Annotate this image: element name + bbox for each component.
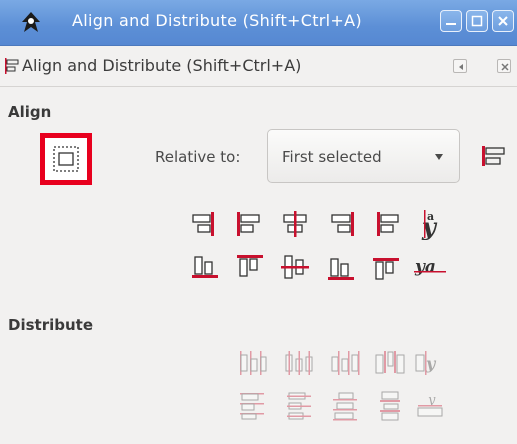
center-on-vertical-axis-button[interactable] [279, 208, 311, 240]
dialog-window: Align and Distribute (Shift+Ctrl+A) Alig… [0, 0, 517, 444]
close-icon [501, 63, 509, 71]
distribute-centers-vertical-icon [287, 392, 311, 420]
distribute-horizontal-gaps-button[interactable] [374, 347, 406, 379]
align-top-edges-button[interactable] [234, 251, 266, 283]
distribute-baselines-horizontal-button[interactable]: y [414, 347, 446, 379]
title-bar[interactable]: Align and Distribute (Shift+Ctrl+A) [0, 0, 517, 46]
distribute-top-edges-icon [240, 393, 264, 420]
svg-text:y: y [425, 354, 437, 373]
relative-to-label: Relative to: [155, 148, 241, 166]
distribute-vertical-gaps-button[interactable] [374, 390, 406, 422]
minimize-icon [446, 23, 456, 25]
distribute-right-edges-button[interactable] [329, 347, 361, 379]
distribute-centers-horizontal-icon [285, 351, 313, 375]
relative-to-dropdown[interactable]: First selected [267, 129, 460, 183]
align-baseline-vertical-button[interactable]: y a [414, 208, 446, 240]
remove-overlaps-button[interactable] [482, 140, 517, 172]
relative-to-value: First selected [282, 148, 382, 166]
align-right-edges-to-left-button[interactable] [189, 208, 221, 240]
distribute-baselines-vertical-icon: y [417, 393, 443, 417]
distribute-left-edges-button[interactable] [236, 347, 268, 379]
center-on-vertical-axis-icon [283, 211, 307, 237]
align-top-to-bottom-button[interactable] [370, 251, 402, 283]
align-baseline-text-horizontal-icon: ya [414, 257, 446, 277]
treat-selection-as-group-button[interactable] [40, 133, 92, 185]
distribute-vertical-gaps-icon [380, 391, 400, 421]
align-bottom-edges-button[interactable] [325, 251, 357, 283]
align-left-edges-to-right-icon [377, 212, 399, 236]
panel-iconify-button[interactable] [453, 59, 467, 73]
maximize-icon [471, 15, 483, 27]
panel-header: Align and Distribute (Shift+Ctrl+A) [0, 46, 517, 87]
center-on-horizontal-axis-icon [281, 255, 309, 279]
maximize-button[interactable] [466, 10, 488, 32]
inkscape-app-icon [22, 12, 40, 32]
align-bottom-to-top-button[interactable] [189, 251, 221, 283]
dropdown-arrow-icon [435, 154, 443, 160]
align-baseline-horizontal-button[interactable]: ya [414, 251, 446, 283]
align-bottom-edges-icon [328, 258, 354, 280]
distribute-baselines-horizontal-icon: y [415, 351, 437, 375]
distribute-left-edges-icon [240, 351, 267, 375]
svg-text:a: a [427, 210, 434, 223]
center-on-horizontal-axis-button[interactable] [279, 251, 311, 283]
distribute-section-label: Distribute [8, 316, 93, 334]
close-icon [498, 16, 508, 26]
align-right-edges-button[interactable] [325, 208, 357, 240]
remove-overlaps-icon [482, 146, 505, 166]
panel-title: Align and Distribute (Shift+Ctrl+A) [22, 56, 302, 75]
distribute-baselines-vertical-button[interactable]: y [414, 390, 446, 422]
minimize-button[interactable] [440, 10, 462, 32]
align-left-edges-to-right-button[interactable] [370, 208, 402, 240]
align-section-label: Align [8, 103, 52, 121]
align-left-edges-button[interactable] [234, 208, 266, 240]
distribute-centers-vertical-button[interactable] [283, 390, 315, 422]
align-top-to-bottom-icon [373, 258, 399, 280]
align-right-edges-icon [331, 212, 354, 236]
align-baseline-text-vertical-icon: y a [421, 210, 438, 240]
align-top-edges-icon [237, 255, 263, 277]
selection-as-group-icon [53, 146, 79, 172]
align-dialog-icon [5, 58, 19, 74]
distribute-right-edges-icon [331, 351, 360, 375]
align-bottom-to-top-icon [192, 256, 218, 278]
window-title: Align and Distribute (Shift+Ctrl+A) [72, 11, 362, 30]
distribute-bottom-edges-button[interactable] [329, 390, 361, 422]
close-window-button[interactable] [492, 10, 514, 32]
panel-close-button[interactable] [497, 59, 511, 73]
distribute-horizontal-gaps-icon [375, 351, 405, 374]
align-left-edges-icon [237, 212, 260, 236]
distribute-top-edges-button[interactable] [236, 390, 268, 422]
distribute-bottom-edges-icon [333, 392, 357, 421]
distribute-centers-horizontal-button[interactable] [283, 347, 315, 379]
align-right-edges-to-left-icon [192, 212, 214, 236]
svg-text:ya: ya [414, 257, 436, 277]
triangle-left-icon [459, 64, 463, 70]
